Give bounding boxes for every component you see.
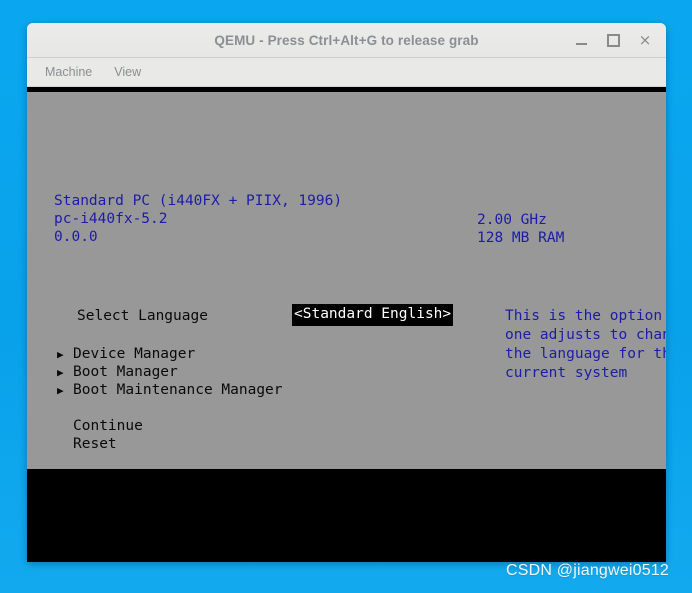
close-button[interactable]: × [630, 27, 660, 53]
menu-item-label: Reset [73, 436, 117, 452]
menubar: Machine View [27, 58, 666, 87]
maximize-icon [606, 33, 620, 47]
menu-item-label: Continue [73, 418, 143, 434]
bios-footer-bar: ↑↓=Move Highlight <Enter>=Select Entry [27, 469, 666, 562]
minimize-button[interactable] [566, 27, 596, 53]
system-info-left: Standard PC (i440FX + PIIX, 1996) pc-i44… [54, 193, 343, 245]
triangle-right-icon: ▶ [57, 384, 64, 397]
menu-item-label: Boot Maintenance Manager [73, 382, 283, 398]
window-titlebar[interactable]: QEMU - Press Ctrl+Alt+G to release grab … [27, 23, 666, 58]
desktop-background: QEMU - Press Ctrl+Alt+G to release grab … [0, 0, 692, 593]
window-controls: × [566, 23, 660, 57]
watermark: CSDN @jiangwei0512 [506, 562, 670, 579]
select-language-label: Select Language [77, 308, 208, 324]
menu-item-view[interactable]: View [106, 62, 149, 82]
bios-menu-list: ▶ Device Manager ▶ Boot Manager ▶ Boot M… [57, 345, 283, 453]
system-info-right: 2.00 GHz 128 MB RAM [477, 212, 565, 246]
vm-display[interactable]: Standard PC (i440FX + PIIX, 1996) pc-i44… [27, 87, 666, 562]
language-value-selector[interactable]: <Standard English> [292, 304, 454, 326]
help-text: This is the option one adjusts to change… [505, 308, 666, 381]
close-icon: × [638, 30, 652, 49]
menu-item-machine[interactable]: Machine [37, 62, 100, 82]
triangle-right-icon: ▶ [57, 348, 64, 361]
minimize-icon [575, 42, 587, 45]
menu-item-boot-manager[interactable]: ▶ Boot Manager [57, 363, 283, 381]
menu-item-label: Boot Manager [73, 364, 178, 380]
menu-item-label: Device Manager [73, 346, 196, 362]
menu-item-boot-maintenance-manager[interactable]: ▶ Boot Maintenance Manager [57, 381, 283, 399]
menu-item-device-manager[interactable]: ▶ Device Manager [57, 345, 283, 363]
menu-spacer [57, 399, 283, 417]
maximize-button[interactable] [598, 27, 628, 53]
triangle-right-icon: ▶ [57, 366, 64, 379]
qemu-window: QEMU - Press Ctrl+Alt+G to release grab … [27, 23, 666, 562]
window-title: QEMU - Press Ctrl+Alt+G to release grab [214, 32, 479, 48]
menu-item-continue[interactable]: Continue [57, 417, 283, 435]
menu-item-reset[interactable]: Reset [57, 435, 283, 453]
